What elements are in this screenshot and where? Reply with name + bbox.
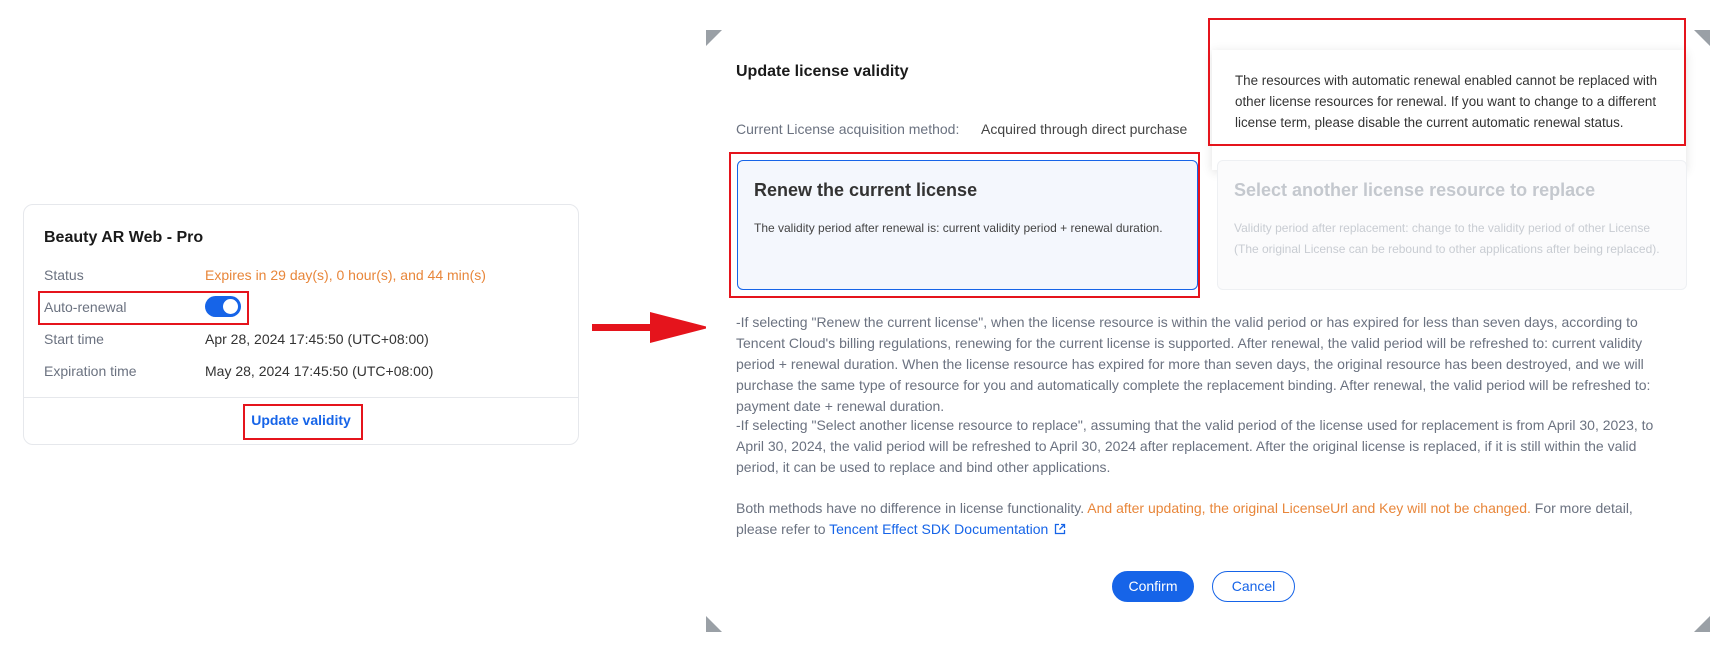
cancel-button[interactable]: Cancel: [1212, 571, 1295, 602]
option-description: Validity period after replacement: chang…: [1234, 221, 1660, 256]
confirm-button[interactable]: Confirm: [1112, 571, 1194, 602]
renew-explanation: -If selecting "Renew the current license…: [736, 314, 1651, 414]
corner-mark: [706, 616, 722, 632]
renew-current-license-option[interactable]: Renew the current license The validity p…: [737, 160, 1198, 290]
update-validity-link[interactable]: Update validity: [24, 412, 578, 428]
corner-mark: [706, 30, 722, 46]
update-license-dialog: Update license validity Current License …: [706, 30, 1710, 632]
expiration-time-value: May 28, 2024 17:45:50 (UTC+08:00): [205, 363, 434, 379]
auto-renewal-toggle[interactable]: [205, 296, 241, 317]
license-card: Beauty AR Web - Pro Status Expires in 29…: [23, 204, 579, 445]
expiration-time-label: Expiration time: [44, 363, 137, 379]
acquisition-method-label: Current License acquisition method:: [736, 121, 960, 137]
dialog-title: Update license validity: [736, 63, 909, 80]
card-divider: [24, 397, 578, 398]
toggle-knob: [223, 299, 238, 314]
start-time-value: Apr 28, 2024 17:45:50 (UTC+08:00): [205, 331, 429, 347]
auto-renewal-label: Auto-renewal: [44, 299, 127, 315]
acquisition-method-value: Acquired through direct purchase: [981, 121, 1188, 137]
option-description: The validity period after renewal is: cu…: [754, 221, 1163, 235]
external-link-icon: [1055, 523, 1066, 535]
option-title: Select another license resource to repla…: [1234, 180, 1596, 200]
status-value: Expires in 29 day(s), 0 hour(s), and 44 …: [205, 267, 486, 283]
card-title: Beauty AR Web - Pro: [44, 229, 204, 246]
status-label: Status: [44, 267, 84, 283]
sdk-documentation-link[interactable]: Tencent Effect SDK Documentation: [829, 521, 1066, 537]
corner-mark: [1694, 616, 1710, 632]
auto-renewal-tooltip: The resources with automatic renewal ena…: [1212, 50, 1686, 170]
start-time-label: Start time: [44, 331, 104, 347]
arrow-right-icon: [592, 312, 710, 343]
functionality-note: Both methods have no difference in licen…: [736, 498, 1674, 540]
corner-mark: [1694, 30, 1710, 46]
option-title: Renew the current license: [754, 180, 978, 200]
note-warning: And after updating, the original License…: [1087, 500, 1531, 516]
sdk-doc-link-text: Tencent Effect SDK Documentation: [829, 521, 1049, 537]
note-text: Both methods have no difference in licen…: [736, 500, 1085, 516]
replace-explanation: -If selecting "Select another license re…: [736, 417, 1654, 475]
replace-license-option[interactable]: Select another license resource to repla…: [1217, 160, 1687, 290]
tooltip-text: The resources with automatic renewal ena…: [1235, 73, 1658, 130]
